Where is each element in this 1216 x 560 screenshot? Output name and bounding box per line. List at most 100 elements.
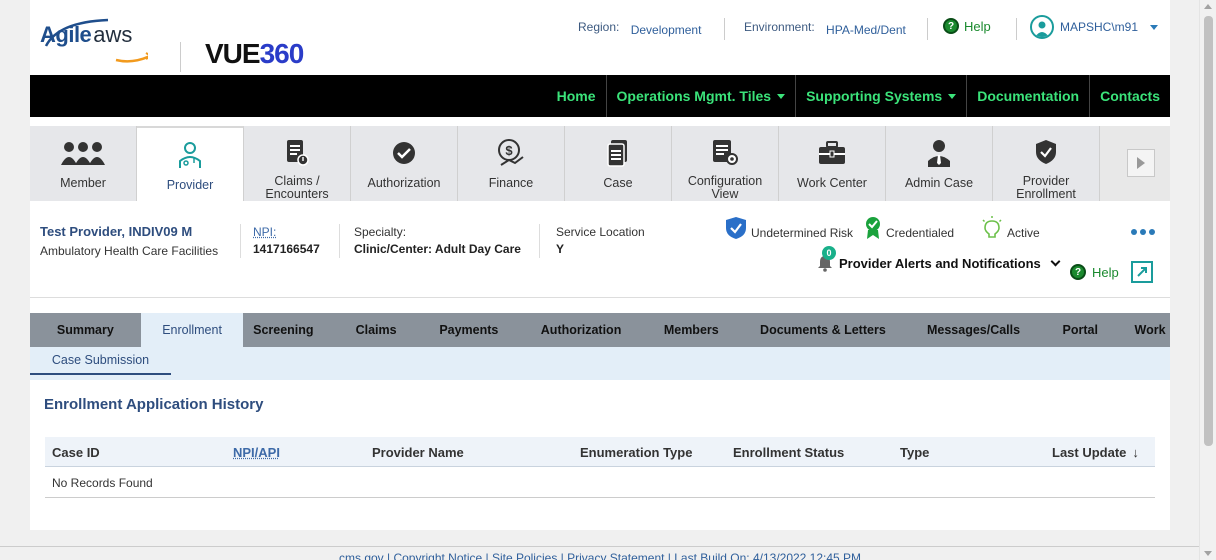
scroll-up-icon[interactable] (1204, 4, 1212, 9)
tab-work[interactable]: Work (1130, 313, 1170, 347)
main-navbar: Home Operations Mgmt. Tiles Supporting S… (30, 75, 1170, 117)
risk-label: Undetermined Risk (751, 226, 854, 240)
footer-links[interactable]: cms.gov | Copyright Notice | Site Polici… (339, 551, 861, 560)
active-label: Active (1007, 226, 1040, 240)
tiles-next-button[interactable] (1127, 149, 1155, 177)
nav-home[interactable]: Home (547, 75, 606, 117)
nav-documentation[interactable]: Documentation (966, 75, 1089, 117)
scrollbar-thumb[interactable] (1204, 16, 1213, 446)
column-header-type[interactable]: Type (900, 445, 929, 460)
tab-summary[interactable]: Summary (30, 313, 141, 347)
tile-case[interactable]: Case (565, 126, 672, 201)
shield-check-icon (726, 217, 746, 239)
tile-configuration-view[interactable]: Configuration View (672, 126, 779, 201)
tab-screening[interactable]: Screening (243, 313, 323, 347)
tab-members[interactable]: Members (653, 313, 729, 347)
header-separator (724, 18, 725, 40)
no-records-text: No Records Found (52, 476, 153, 490)
tile-label: Member (60, 176, 106, 190)
tab-claims[interactable]: Claims (323, 313, 429, 347)
subtab-case-submission[interactable]: Case Submission (30, 347, 171, 375)
tile-label: Finance (488, 176, 534, 190)
help-link-banner[interactable]: ? Help (1070, 264, 1119, 280)
banner-separator (339, 224, 340, 258)
service-location-value: Y (556, 242, 565, 256)
service-location-label: Service Location (556, 225, 645, 239)
module-tiles: Member Provider Claims / Encounters Autho… (30, 126, 1170, 201)
column-header-provider-name[interactable]: Provider Name (372, 445, 464, 460)
logo-swoosh-icon (44, 18, 148, 63)
tile-label: Claims / Encounters (265, 174, 329, 201)
tile-provider-enrollment[interactable]: Provider Enrollment (993, 126, 1100, 201)
case-icon (607, 138, 629, 168)
column-header-last-update[interactable]: Last Update ↓ (1052, 445, 1139, 460)
table-row: No Records Found (45, 468, 1155, 498)
user-menu[interactable]: MAPSHC\m91 (1030, 15, 1159, 39)
provider-icon (178, 140, 202, 170)
scroll-down-icon[interactable] (1204, 551, 1212, 556)
npi-label: NPI: (253, 225, 277, 239)
tab-documents-letters[interactable]: Documents & Letters (729, 313, 917, 347)
npi-value: 1417166547 (253, 242, 320, 256)
vue-360-logo-text: 360 (259, 38, 305, 69)
tile-work-center[interactable]: Work Center (779, 126, 886, 201)
active-status: Active (981, 216, 1040, 240)
provider-alerts-dropdown[interactable]: 0 Provider Alerts and Notifications (816, 246, 1061, 272)
more-options-button[interactable] (1131, 229, 1155, 235)
lightbulb-icon (982, 216, 1002, 238)
bell-icon: 0 (816, 246, 836, 272)
shield-check-icon (1035, 138, 1057, 166)
tile-label: Admin Case (904, 176, 974, 190)
tile-provider[interactable]: Provider (137, 126, 244, 201)
help-label: Help (964, 18, 991, 34)
credential-status: Credentialed (864, 216, 954, 240)
finance-icon: $ (497, 138, 525, 168)
tab-messages-calls[interactable]: Messages/Calls (917, 313, 1031, 347)
credential-label: Credentialed (886, 226, 955, 240)
nav-operations-mgmt-tiles[interactable]: Operations Mgmt. Tiles (605, 75, 796, 117)
tile-label: Work Center (797, 176, 867, 190)
column-header-enrollment-status[interactable]: Enrollment Status (733, 445, 844, 460)
column-header-label: Last Update (1052, 445, 1127, 460)
tab-authorization[interactable]: Authorization (509, 313, 654, 347)
tile-admin-case[interactable]: Admin Case (886, 126, 993, 201)
caret-down-icon (777, 93, 786, 99)
tab-payments[interactable]: Payments (429, 313, 509, 347)
help-link-top[interactable]: ? Help (943, 18, 991, 34)
nav-label: Operations Mgmt. Tiles (616, 88, 772, 104)
banner-separator (539, 224, 540, 258)
region-info: Region: Development (578, 20, 701, 37)
claims-icon (285, 138, 309, 166)
provider-tabs: Summary Enrollment Screening Claims Payments… (30, 313, 1170, 347)
tile-label: Authorization (367, 176, 441, 190)
tab-portal[interactable]: Portal (1030, 313, 1130, 347)
logo-divider (180, 42, 181, 72)
help-label: Help (1092, 264, 1119, 280)
award-icon (866, 217, 880, 239)
header-separator (927, 18, 928, 40)
section-title: Enrollment Application History (44, 396, 264, 413)
open-external-icon[interactable] (1131, 261, 1153, 283)
banner-divider (30, 297, 1170, 298)
alerts-label: Provider Alerts and Notifications (839, 255, 1041, 271)
tile-label: Provider Enrollment (1016, 174, 1076, 201)
tile-claims-encounters[interactable]: Claims / Encounters (244, 126, 351, 201)
specialty-label: Specialty: (354, 225, 407, 239)
vue360-logo: VUE360 (205, 38, 305, 70)
provider-type: Ambulatory Health Care Facilities (40, 244, 219, 258)
nav-supporting-systems[interactable]: Supporting Systems (795, 75, 966, 117)
nav-label: Documentation (977, 88, 1080, 104)
svg-text:$: $ (505, 143, 513, 158)
column-header-case-id[interactable]: Case ID (52, 445, 100, 460)
column-header-npi-api[interactable]: NPI/API (233, 445, 280, 460)
tile-member[interactable]: Member (30, 126, 137, 201)
tile-authorization[interactable]: Authorization (351, 126, 458, 201)
admin-icon (927, 138, 951, 168)
specialty-value: Clinic/Center: Adult Day Care (354, 242, 521, 256)
tile-finance[interactable]: $ Finance (458, 126, 565, 201)
tab-enrollment[interactable]: Enrollment (140, 313, 244, 347)
column-header-enumeration-type[interactable]: Enumeration Type (580, 445, 692, 460)
vertical-scrollbar[interactable] (1199, 0, 1216, 560)
help-icon: ? (943, 18, 959, 34)
nav-contacts[interactable]: Contacts (1089, 75, 1170, 117)
